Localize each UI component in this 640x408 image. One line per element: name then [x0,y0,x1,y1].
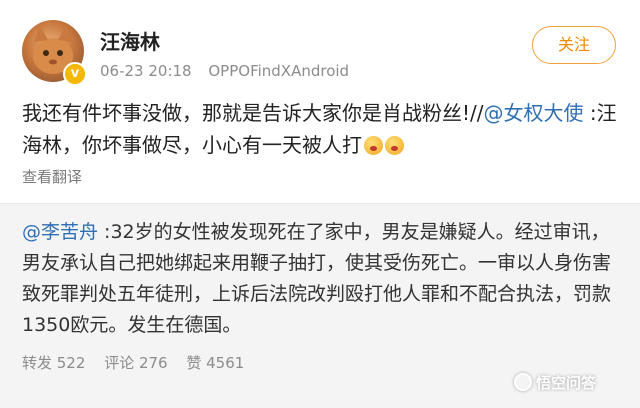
shocked-emoji-icon [385,136,404,155]
quoted-body: :32岁的女性被发现死在了家中，男友是嫌疑人。经过审讯，男友承认自己把她绑起来用… [22,221,612,336]
post-device: OPPOFindXAndroid [208,62,350,80]
comment-count[interactable]: 评论 276 [104,354,167,372]
user-name[interactable]: 汪海林 [100,26,160,55]
quoted-mention-link[interactable]: @李苦舟 [22,221,98,243]
post-text: 我还有件坏事没做，那就是告诉大家你是肖战粉丝!// [22,101,484,125]
verified-badge-icon: v [63,62,87,86]
repost-count[interactable]: 转发 522 [22,354,85,372]
watermark-logo-icon [514,373,532,391]
translate-link[interactable]: 查看翻译 [22,166,82,187]
post-header: v 汪海林 06-23 20:18 OPPOFindXAndroid 关注 [0,0,640,92]
post-time: 06-23 20:18 [100,62,192,80]
post-stats: 转发 522 评论 276 赞 4561 [22,352,258,373]
watermark: 悟空问答 [514,372,596,393]
quoted-post[interactable]: @李苦舟 :32岁的女性被发现死在了家中，男友是嫌疑人。经过审讯，男友承认自己把… [0,203,640,408]
post-meta: 06-23 20:18 OPPOFindXAndroid [100,62,349,80]
mention-link[interactable]: @女权大使 [484,101,584,125]
watermark-text: 悟空问答 [536,374,597,392]
post-body: 我还有件坏事没做，那就是告诉大家你是肖战粉丝!//@女权大使 :汪海林，你坏事做… [22,97,622,161]
follow-button[interactable]: 关注 [532,26,616,64]
quoted-text: @李苦舟 :32岁的女性被发现死在了家中，男友是嫌疑人。经过审讯，男友承认自己把… [22,217,624,341]
like-count[interactable]: 赞 4561 [186,354,244,372]
shocked-emoji-icon [364,136,383,155]
